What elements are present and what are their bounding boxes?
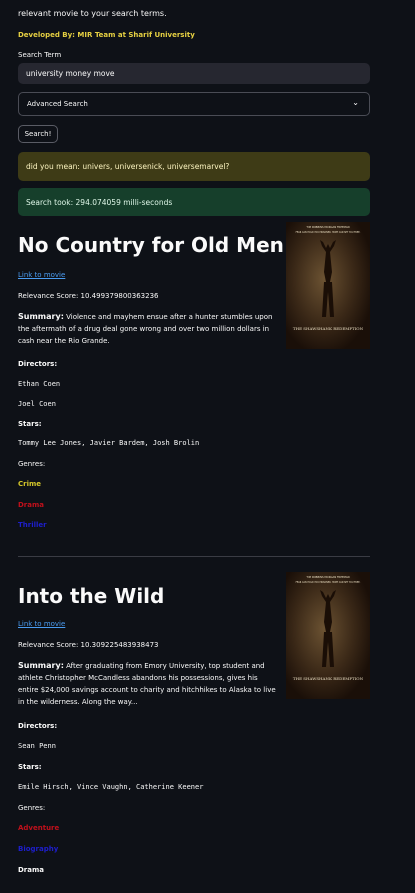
intro-text: relevant movie to your search terms.	[18, 9, 167, 18]
movie-poster: TIM ROBBINS MORGAN FREEMAN FEAR CAN HOLD…	[286, 222, 370, 349]
poster-actors: TIM ROBBINS MORGAN FREEMAN	[306, 575, 349, 579]
director-name: Ethan Coen	[18, 380, 61, 388]
poster-actors: TIM ROBBINS MORGAN FREEMAN	[306, 225, 349, 229]
poster-tagline: FEAR CAN HOLD YOU PRISONER. HOPE CAN SET…	[296, 581, 361, 584]
directors-heading: Directors:	[18, 722, 58, 730]
result-divider	[18, 556, 370, 557]
directors-heading: Directors:	[18, 360, 58, 368]
poster-tagline: FEAR CAN HOLD YOU PRISONER. HOPE CAN SET…	[296, 231, 361, 234]
movie-title: No Country for Old Men	[18, 233, 284, 257]
advanced-search-expander[interactable]: Advanced Search ⌄	[18, 92, 370, 116]
search-button[interactable]: Search!	[18, 125, 58, 143]
relevance-score: Relevance Score: 10.499379800363236	[18, 292, 159, 300]
genre-item: Thriller	[18, 521, 47, 529]
stars-heading: Stars:	[18, 420, 42, 428]
stars-list: Emile Hirsch, Vince Vaughn, Catherine Ke…	[18, 783, 204, 791]
genre-item: Biography	[18, 845, 59, 853]
stars-list: Tommy Lee Jones, Javier Bardem, Josh Bro…	[18, 439, 200, 447]
summary-label: Summary:	[18, 661, 64, 670]
search-input[interactable]: university money move	[18, 63, 370, 84]
advanced-search-label: Advanced Search	[27, 100, 88, 108]
search-term-label: Search Term	[18, 51, 62, 59]
movie-link[interactable]: Link to movie	[18, 271, 65, 279]
genres-heading: Genres:	[18, 460, 46, 468]
movie-poster: TIM ROBBINS MORGAN FREEMAN FEAR CAN HOLD…	[286, 572, 370, 699]
poster-name: THE SHAWSHANK REDEMPTION	[293, 326, 364, 331]
genre-item: Drama	[18, 866, 45, 874]
movie-link[interactable]: Link to movie	[18, 620, 65, 628]
movie-summary: Summary: Violence and mayhem ensue after…	[18, 311, 278, 347]
poster-name: THE SHAWSHANK REDEMPTION	[293, 676, 364, 681]
movie-summary: Summary: After graduating from Emory Uni…	[18, 660, 278, 708]
director-name: Sean Penn	[18, 742, 56, 750]
genre-item: Crime	[18, 480, 42, 488]
spell-suggestion-alert: did you mean: univers, universenick, uni…	[18, 152, 370, 181]
stars-heading: Stars:	[18, 763, 42, 771]
movie-title: Into the Wild	[18, 584, 165, 608]
director-name: Joel Coen	[18, 400, 56, 408]
summary-label: Summary:	[18, 312, 64, 321]
genre-item: Drama	[18, 501, 45, 509]
chevron-down-icon: ⌄	[352, 98, 359, 107]
genres-heading: Genres:	[18, 804, 46, 812]
genre-item: Adventure	[18, 824, 60, 832]
developer-credit: Developed By: MIR Team at Sharif Univers…	[18, 31, 195, 39]
search-time-alert: Search took: 294.074059 milli-seconds	[18, 188, 370, 216]
relevance-score: Relevance Score: 10.309225483938473	[18, 641, 159, 649]
